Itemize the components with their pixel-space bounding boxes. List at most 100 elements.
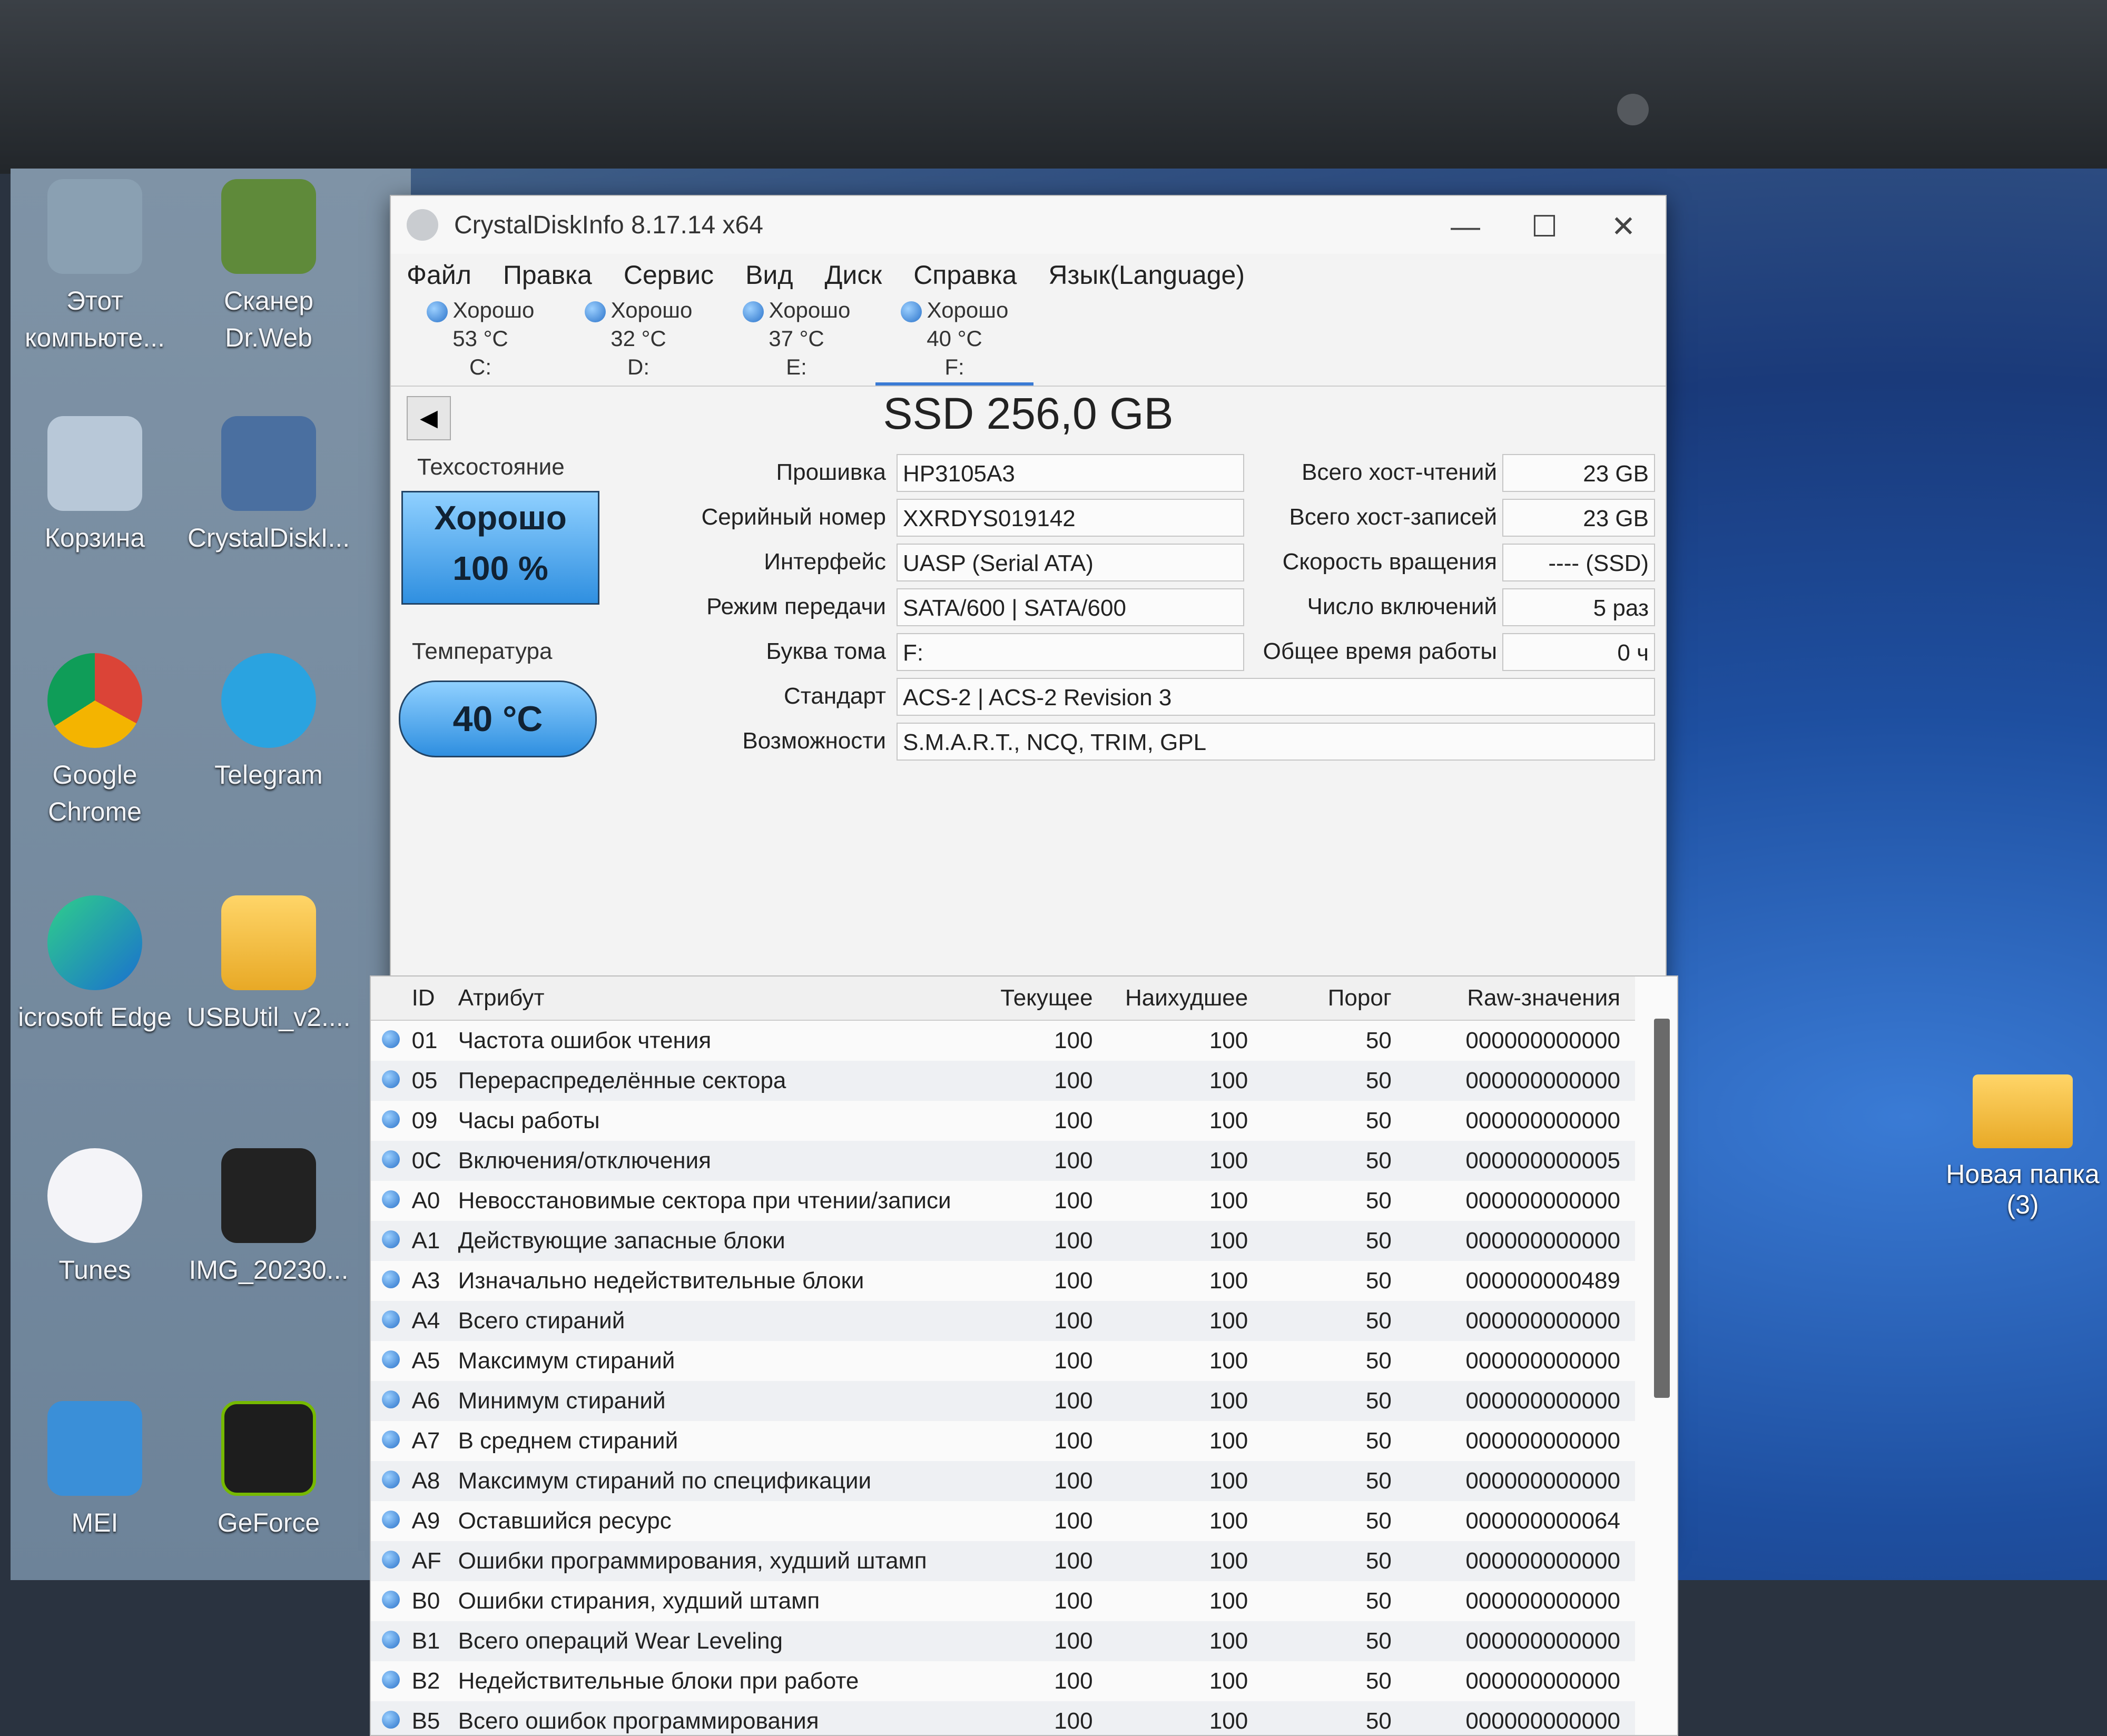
row-current: 100: [1054, 1428, 1093, 1454]
desktop-icon-telegram[interactable]: Telegram: [184, 653, 353, 793]
desktop-folder-new[interactable]: Новая папка (3): [1928, 1074, 2107, 1220]
maximize-button[interactable]: ☐: [1513, 209, 1576, 244]
col-attribute[interactable]: Атрибут: [457, 976, 966, 1021]
table-row[interactable]: B1 Всего операций Wear Leveling 100 100 50 00…: [371, 1621, 1635, 1661]
desktop-icon-this-pc[interactable]: Этот компьюте...: [11, 179, 179, 356]
interface-label: Интерфейс: [764, 549, 886, 575]
transfer-label: Режим передачи: [706, 594, 886, 619]
minimize-button[interactable]: —: [1434, 209, 1497, 243]
desktop-icon-chrome[interactable]: Google Chrome: [11, 653, 179, 830]
disk-title: SSD 256,0 GB: [883, 389, 1174, 438]
health-status-button[interactable]: Хорошо 100 %: [401, 491, 599, 605]
row-worst: 100: [1209, 1668, 1248, 1694]
row-raw: 000000000000: [1406, 1621, 1635, 1661]
table-row[interactable]: A9 Оставшийся ресурс 100 100 50 000000000064: [371, 1501, 1635, 1541]
table-row[interactable]: 0C Включения/отключения 100 100 50 0000000000…: [371, 1141, 1635, 1181]
table-row[interactable]: A7 В среднем стираний 100 100 50 000000000000: [371, 1421, 1635, 1461]
desktop-icon-itunes[interactable]: Tunes: [11, 1148, 179, 1288]
drive-tab-c[interactable]: Хорошо 53 °C C:: [401, 296, 559, 386]
drive-tab-e[interactable]: Хорошо 37 °C E:: [717, 296, 875, 386]
row-raw: 000000000000: [1465, 1428, 1620, 1454]
row-worst: 100: [1107, 1301, 1263, 1341]
status-dot-icon: [426, 301, 448, 322]
desktop-icon-edge[interactable]: icrosoft Edge: [11, 895, 179, 1035]
row-worst: 100: [1209, 1188, 1248, 1214]
table-row[interactable]: 01 Частота ошибок чтения 100 100 50 000000000…: [371, 1020, 1635, 1061]
row-attribute: Недействительные блоки при работе: [458, 1668, 859, 1694]
table-row[interactable]: A5 Максимум стираний 100 100 50 000000000000: [371, 1341, 1635, 1381]
row-id: A7: [411, 1428, 440, 1454]
scrollbar[interactable]: [1654, 1019, 1670, 1398]
temperature-button[interactable]: 40 °C: [399, 680, 597, 757]
menu-view[interactable]: Вид: [745, 260, 793, 290]
features-label: Возможности: [742, 728, 886, 754]
desktop-icon-geforce[interactable]: GeForce: [184, 1401, 353, 1541]
row-worst: 100: [1107, 1461, 1263, 1501]
row-worst: 100: [1209, 1348, 1248, 1374]
status-dot-icon: [382, 1511, 400, 1528]
row-threshold: 50: [1365, 1668, 1392, 1694]
health-label: Техсостояние: [417, 454, 565, 480]
status-dot-icon: [382, 1110, 400, 1128]
status-dot-icon: [382, 1270, 400, 1288]
col-worst[interactable]: Наихудшее: [1107, 976, 1263, 1021]
status-dot-icon: [382, 1310, 400, 1328]
table-row[interactable]: B5 Всего ошибок программирования 100 100 50 0…: [371, 1701, 1635, 1735]
table-row[interactable]: 05 Перераспределённые сектора 100 100 50 0000…: [371, 1061, 1635, 1101]
row-current: 100: [1054, 1188, 1093, 1214]
col-current[interactable]: Текущее: [965, 976, 1108, 1021]
power-hours-label: Общее время работы: [1263, 638, 1497, 664]
row-id: 0C: [411, 1141, 458, 1181]
menu-language[interactable]: Язык(Language): [1048, 260, 1245, 290]
table-row[interactable]: 09 Часы работы 100 100 50 000000000000: [371, 1101, 1635, 1141]
monitor-bezel: [0, 0, 2107, 174]
row-threshold: 50: [1365, 1028, 1392, 1053]
drive-tab-f[interactable]: Хорошо 40 °C F:: [875, 296, 1033, 386]
table-row[interactable]: AF Ошибки программирования, худший штамп 1…: [371, 1541, 1635, 1581]
desktop-icon-crystaldisk[interactable]: CrystalDiskI...: [184, 416, 353, 556]
temperature-label: Температура: [412, 638, 553, 664]
table-row[interactable]: A6 Минимум стираний 100 100 50 000000000000: [371, 1381, 1635, 1421]
desktop-icon-drweb[interactable]: Сканер Dr.Web: [184, 179, 353, 356]
row-attribute: Оставшийся ресурс: [458, 1508, 672, 1534]
drive-tab-d[interactable]: Хорошо 32 °C D:: [559, 296, 717, 386]
table-row[interactable]: B0 Ошибки стирания, худший штамп 100 100 50 0…: [371, 1581, 1635, 1621]
row-id: A1: [411, 1221, 458, 1261]
webcam-icon: [1617, 94, 1649, 125]
menu-edit[interactable]: Правка: [503, 260, 592, 290]
crystaldisk-icon: [407, 209, 438, 241]
row-raw: 000000000000: [1406, 1221, 1635, 1261]
col-raw[interactable]: Raw-значения: [1406, 976, 1635, 1021]
table-row[interactable]: A1 Действующие запасные блоки 100 100 50 0000…: [371, 1221, 1635, 1261]
menu-disk[interactable]: Диск: [825, 260, 882, 290]
desktop-icon-image[interactable]: IMG_20230...: [184, 1148, 353, 1288]
row-worst: 100: [1209, 1428, 1248, 1454]
row-current: 100: [965, 1061, 1108, 1101]
row-raw: 000000000000: [1406, 1541, 1635, 1581]
desktop-icon-mei[interactable]: MEI: [11, 1401, 179, 1541]
table-row[interactable]: A0 Невосстановимые сектора при чтении/зап…: [371, 1181, 1635, 1221]
col-id[interactable]: ID: [411, 976, 458, 1021]
menu-service[interactable]: Сервис: [624, 260, 714, 290]
table-row[interactable]: B2 Недействительные блоки при работе 100 10…: [371, 1661, 1635, 1701]
desktop-icon-recycle-bin[interactable]: Корзина: [11, 416, 179, 556]
table-row[interactable]: A4 Всего стираний 100 100 50 000000000000: [371, 1301, 1635, 1341]
row-raw: 000000000000: [1465, 1108, 1620, 1133]
menu-file[interactable]: Файл: [407, 260, 471, 290]
row-current: 100: [965, 1301, 1108, 1341]
desktop-icon-usbutil[interactable]: USBUtil_v2....: [184, 895, 353, 1035]
row-attribute: Перераспределённые сектора: [457, 1061, 966, 1101]
close-button[interactable]: ✕: [1592, 209, 1655, 244]
row-raw: 000000000000: [1406, 1701, 1635, 1735]
geforce-icon: [221, 1401, 316, 1496]
row-raw: 000000000064: [1465, 1508, 1620, 1534]
menu-help[interactable]: Справка: [913, 260, 1017, 290]
table-row[interactable]: A3 Изначально недействительные блоки 100 10…: [371, 1261, 1635, 1301]
disk-info-panel: ◀ SSD 256,0 GB Техсостояние Хорошо 100 %…: [370, 386, 1678, 1736]
row-attribute: Всего операций Wear Leveling: [457, 1621, 966, 1661]
chrome-icon: [47, 653, 142, 748]
table-row[interactable]: A8 Максимум стираний по спецификации 100 10…: [371, 1461, 1635, 1501]
status-dot-icon: [382, 1350, 400, 1368]
col-threshold[interactable]: Порог: [1263, 976, 1406, 1021]
status-dot-icon: [382, 1551, 400, 1569]
